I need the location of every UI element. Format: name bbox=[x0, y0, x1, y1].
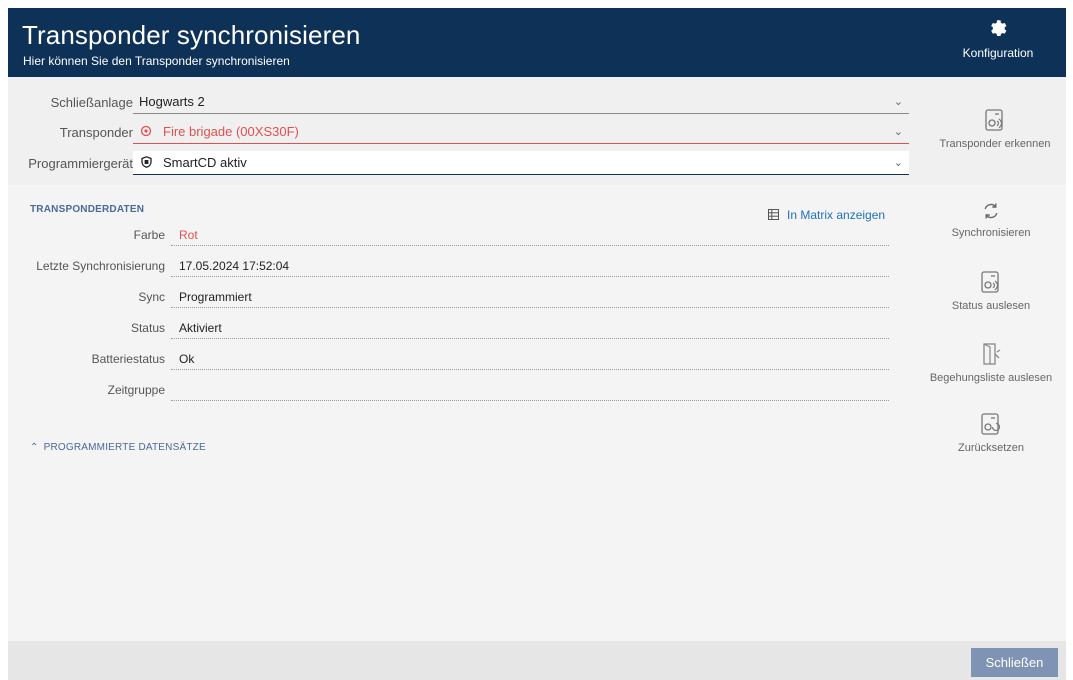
configuration-label: Konfiguration bbox=[962, 46, 1034, 60]
begehungsliste-auslesen-button[interactable]: Begehungsliste auslesen bbox=[926, 342, 1056, 384]
zuruecksetzen-label: Zurücksetzen bbox=[957, 442, 1025, 454]
letzte-sync-label: Letzte Synchronisierung bbox=[36, 259, 165, 273]
programmed-records-label: PROGRAMMIERTE DATENSÄTZE bbox=[43, 442, 206, 453]
shield-device-icon bbox=[139, 151, 153, 175]
transponder-read-icon bbox=[985, 109, 1003, 131]
data-row-zeitgruppe: Zeitgruppe bbox=[8, 379, 898, 401]
transponder-erkennen-label: Transponder erkennen bbox=[939, 138, 1051, 150]
show-in-matrix-link[interactable]: In Matrix anzeigen bbox=[768, 208, 885, 222]
status-auslesen-button[interactable]: Status auslesen bbox=[926, 270, 1056, 312]
transponder-select[interactable]: Fire brigade (00XS30F) ⌄ bbox=[133, 120, 909, 144]
row-transponder: Transponder bbox=[8, 120, 133, 146]
data-row-batteriestatus: Batteriestatus Ok bbox=[8, 348, 898, 370]
zeitgruppe-value bbox=[171, 379, 889, 401]
transponder-label: Transponder bbox=[59, 125, 133, 140]
sync-label: Sync bbox=[138, 290, 165, 304]
status-value: Aktiviert bbox=[171, 317, 889, 339]
door-list-icon bbox=[983, 343, 1001, 365]
matrix-link-label: In Matrix anzeigen bbox=[787, 208, 886, 222]
batteriestatus-value: Ok bbox=[171, 348, 889, 370]
transponder-icon bbox=[139, 120, 153, 144]
page-subtitle: Hier können Sie den Transponder synchron… bbox=[23, 54, 290, 68]
data-row-status: Status Aktiviert bbox=[8, 317, 898, 339]
zuruecksetzen-button[interactable]: Zurücksetzen bbox=[926, 412, 1056, 454]
reset-transponder-icon bbox=[981, 413, 1001, 435]
schliessanlage-value: Hogwarts 2 bbox=[139, 94, 205, 109]
row-programmiergeraet: Programmiergerät bbox=[8, 151, 133, 177]
chevron-down-icon: ⌄ bbox=[893, 157, 903, 169]
transponder-erkennen-button[interactable]: Transponder erkennen bbox=[930, 108, 1060, 150]
row-schliessanlage: Schließanlage bbox=[8, 90, 133, 116]
letzte-sync-value: 17.05.2024 17:52:04 bbox=[171, 255, 889, 277]
status-read-icon bbox=[981, 271, 999, 293]
schliessanlage-label: Schließanlage bbox=[50, 95, 133, 110]
dialog-window: Transponder synchronisieren Hier können … bbox=[8, 8, 1066, 680]
grid-icon bbox=[768, 208, 779, 222]
data-row-letzte-sync: Letzte Synchronisierung 17.05.2024 17:52… bbox=[8, 255, 898, 277]
programmiergeraet-value: SmartCD aktiv bbox=[163, 155, 247, 170]
programmed-records-toggle[interactable]: ⌃ PROGRAMMIERTE DATENSÄTZE bbox=[30, 442, 206, 453]
close-button[interactable]: Schließen bbox=[971, 648, 1058, 677]
begehungsliste-label: Begehungsliste auslesen bbox=[929, 372, 1053, 384]
schliessanlage-select[interactable]: Hogwarts 2 ⌄ bbox=[133, 90, 909, 114]
farbe-label: Farbe bbox=[133, 228, 165, 242]
sync-arrows-icon bbox=[984, 203, 998, 219]
data-row-sync: Sync Programmiert bbox=[8, 286, 898, 308]
gear-icon bbox=[991, 20, 1007, 37]
selection-form: Schließanlage Hogwarts 2 ⌄ Transponder F… bbox=[8, 77, 1066, 185]
data-row-farbe: Farbe Rot bbox=[8, 224, 898, 246]
programmiergeraet-label: Programmiergerät bbox=[28, 156, 133, 171]
farbe-value: Rot bbox=[171, 224, 889, 246]
header-bar: Transponder synchronisieren Hier können … bbox=[8, 8, 1066, 77]
section-transponderdaten: TRANSPONDERDATEN bbox=[30, 204, 145, 215]
page-title: Transponder synchronisieren bbox=[22, 20, 361, 50]
synchronisieren-button[interactable]: Synchronisieren bbox=[926, 201, 1056, 239]
footer-bar bbox=[8, 641, 1066, 680]
configuration-button[interactable]: Konfiguration bbox=[953, 18, 1043, 70]
chevron-down-icon: ⌄ bbox=[893, 126, 903, 138]
programmiergeraet-select[interactable]: SmartCD aktiv ⌄ bbox=[133, 151, 909, 175]
chevron-down-icon: ⌄ bbox=[893, 96, 903, 108]
sync-value: Programmiert bbox=[171, 286, 889, 308]
chevron-up-icon: ⌃ bbox=[30, 442, 39, 453]
zeitgruppe-label: Zeitgruppe bbox=[107, 383, 165, 397]
synchronisieren-label: Synchronisieren bbox=[951, 227, 1031, 239]
batteriestatus-label: Batteriestatus bbox=[91, 352, 165, 366]
transponder-value: Fire brigade (00XS30F) bbox=[163, 124, 299, 139]
status-label: Status bbox=[130, 321, 165, 335]
status-auslesen-label: Status auslesen bbox=[951, 300, 1031, 312]
